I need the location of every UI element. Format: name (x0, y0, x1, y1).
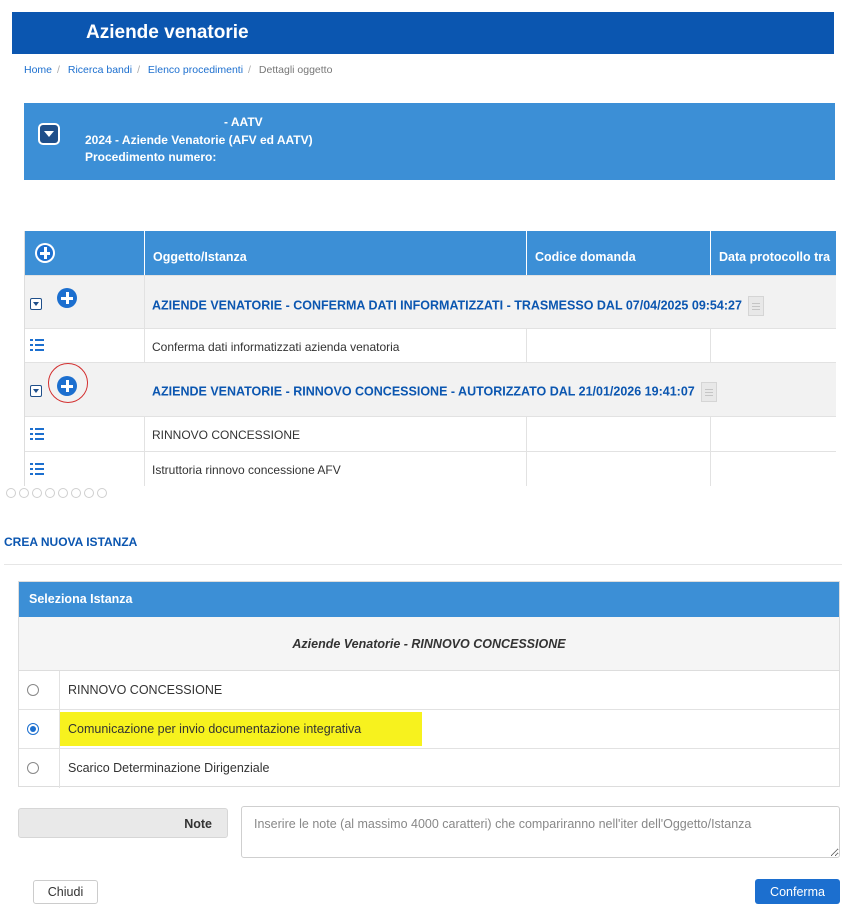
radio-button[interactable] (27, 684, 39, 696)
list-icon[interactable] (30, 463, 44, 475)
divider (4, 564, 842, 565)
option-label[interactable]: RINNOVO CONCESSIONE (68, 683, 222, 697)
breadcrumb-home[interactable]: Home (24, 64, 52, 76)
toolbar-icon[interactable] (19, 487, 29, 498)
group-title[interactable]: AZIENDE VENATORIE - RINNOVO CONCESSIONE … (152, 384, 695, 398)
confirm-button[interactable]: Conferma (755, 879, 840, 904)
toolbar-icon[interactable] (6, 487, 16, 498)
table-row: RINNOVO CONCESSIONE (25, 416, 836, 451)
seleziona-header: Seleziona Istanza (19, 582, 839, 617)
col-data-protocollo[interactable]: Data protocollo tra (710, 231, 836, 275)
annotation-circle (48, 363, 88, 403)
option-label[interactable]: Scarico Determinazione Dirigenziale (68, 761, 269, 775)
col-codice-domanda[interactable]: Codice domanda (526, 231, 710, 275)
procedimento-panel: - AATV 2024 - Aziende Venatorie (AFV ed … (24, 103, 835, 180)
option-rinnovo-concessione[interactable]: RINNOVO CONCESSIONE (19, 671, 839, 710)
radio-button[interactable] (27, 762, 39, 774)
table-row: Istruttoria rinnovo concessione AFV (25, 451, 836, 486)
toolbar-icon[interactable] (58, 487, 68, 498)
col-oggetto[interactable]: Oggetto/Istanza (144, 231, 526, 275)
toolbar-icon[interactable] (97, 487, 107, 498)
table-row: AZIENDE VENATORIE - RINNOVO CONCESSIONE … (25, 362, 836, 416)
item-text: Istruttoria rinnovo concessione AFV (152, 463, 341, 477)
radio-button-selected[interactable] (27, 723, 39, 735)
seleziona-subtitle: Aziende Venatorie - RINNOVO CONCESSIONE (19, 617, 839, 671)
toolbar-icon[interactable] (32, 487, 42, 498)
procedimento-number: Procedimento numero: (85, 150, 217, 164)
chevron-down-square-icon[interactable] (38, 123, 60, 145)
table-row: AZIENDE VENATORIE - CONFERMA DATI INFORM… (25, 275, 836, 328)
add-icon[interactable] (57, 288, 77, 308)
procedimento-code: - AATV (224, 115, 263, 129)
toolbar-icon[interactable] (45, 487, 55, 498)
crea-nuova-istanza-title: CREA NUOVA ISTANZA (4, 535, 138, 549)
add-icon[interactable] (35, 243, 55, 263)
close-button[interactable]: Chiudi (33, 880, 98, 904)
document-icon[interactable] (747, 296, 764, 316)
option-comunicazione[interactable]: Comunicazione per invio documentazione i… (19, 710, 839, 749)
grid-header: Oggetto/Istanza Codice domanda Data prot… (25, 231, 836, 275)
procedimento-title: 2024 - Aziende Venatorie (AFV ed AATV) (85, 133, 313, 147)
oggetti-grid: Oggetto/Istanza Codice domanda Data prot… (24, 231, 836, 486)
list-icon[interactable] (30, 339, 44, 351)
group-title[interactable]: AZIENDE VENATORIE - CONFERMA DATI INFORM… (152, 298, 742, 312)
list-icon[interactable] (30, 428, 44, 440)
breadcrumb: Home / Ricerca bandi / Elenco procedimenti… (24, 64, 333, 76)
option-label[interactable]: Comunicazione per invio documentazione i… (68, 722, 361, 736)
toolbar-icon[interactable] (84, 487, 94, 498)
app-header: Aziende venatorie (12, 12, 834, 54)
app-title: Aziende venatorie (86, 22, 249, 43)
collapse-toggle-icon[interactable] (30, 298, 42, 310)
note-textarea[interactable] (241, 806, 840, 858)
note-label: Note (184, 817, 212, 831)
breadcrumb-current: Dettagli oggetto (258, 64, 333, 76)
item-text: RINNOVO CONCESSIONE (152, 428, 301, 442)
item-text: Conferma dati informatizzati azienda ven… (152, 340, 400, 354)
note-label-box: Note (18, 808, 228, 838)
option-scarico-determinazione[interactable]: Scarico Determinazione Dirigenziale (19, 749, 839, 788)
document-icon[interactable] (700, 382, 717, 402)
faint-toolbar (6, 484, 110, 498)
seleziona-istanza-panel: Seleziona Istanza Aziende Venatorie - RI… (18, 581, 840, 788)
toolbar-icon[interactable] (71, 487, 81, 498)
breadcrumb-ricerca-bandi[interactable]: Ricerca bandi (68, 64, 132, 76)
collapse-toggle-icon[interactable] (30, 385, 42, 397)
breadcrumb-elenco-procedimenti[interactable]: Elenco procedimenti (148, 64, 243, 76)
table-row: Conferma dati informatizzati azienda ven… (25, 328, 836, 362)
